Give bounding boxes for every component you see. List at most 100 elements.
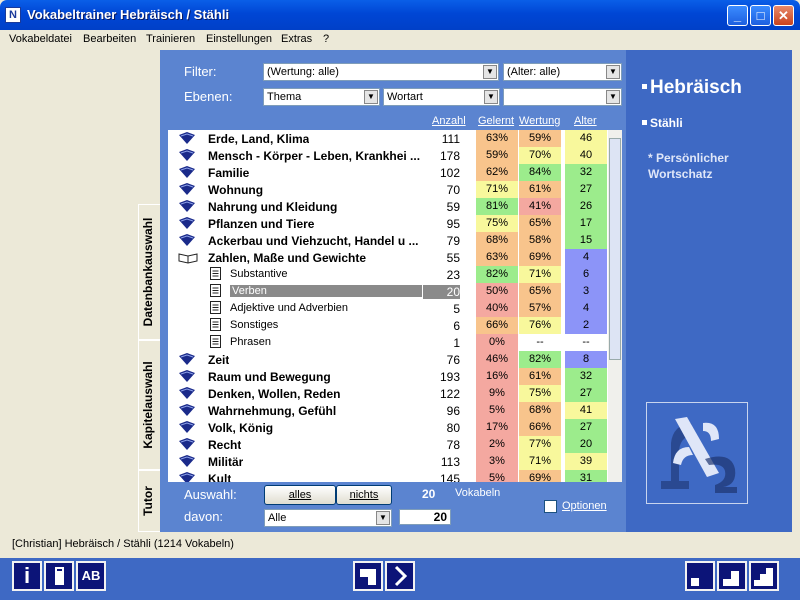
row-alter: 32 [565,368,607,385]
chapter-row[interactable]: Mensch - Körper - Leben, Krankhei ... 178… [168,147,608,164]
filter-alter-combo[interactable]: (Alter: alle) ▼ [503,63,622,81]
chapter-row[interactable]: Zeit 76 46% 82% 8 [168,351,608,368]
chevron-down-icon[interactable]: ▼ [364,90,378,104]
row-gelernt: 66% [476,317,518,334]
chapter-row[interactable]: Raum und Bewegung 193 16% 61% 32 [168,368,608,385]
app-icon[interactable]: N [5,7,21,23]
tab-datenbankauswahl[interactable]: Datenbankauswahl [138,204,160,340]
row-name: Wahrnehmung, Gefühl [208,404,337,418]
chapter-row[interactable]: Wahrnehmung, Gefühl 96 5% 68% 41 [168,402,608,419]
selected-count-label: Vokabeln [455,487,501,499]
row-alter: 39 [565,453,607,470]
subchapter-row[interactable]: Phrasen 1 0% -- -- [168,334,608,351]
row-gelernt: 3% [476,453,518,470]
row-anzahl: 1 [453,336,460,350]
scroll-thumb[interactable] [609,138,621,360]
chapter-row[interactable]: Familie 102 62% 84% 32 [168,164,608,181]
subchapter-row[interactable]: Verben 20 50% 65% 3 [168,283,608,300]
row-gelernt: 71% [476,181,518,198]
chapter-row[interactable]: Volk, König 80 17% 66% 27 [168,419,608,436]
chevron-down-icon[interactable]: ▼ [483,65,497,79]
course-note: * Persönlicher Wortschatz [648,151,729,181]
chapter-row[interactable]: Militär 113 3% 71% 39 [168,453,608,470]
optionen-checkbox[interactable] [544,500,557,513]
ebene-2-combo[interactable]: Wortart ▼ [383,88,500,106]
row-gelernt: 46% [476,351,518,368]
row-wertung: 58% [519,232,561,249]
menu-bearbeiten[interactable]: Bearbeiten [83,33,136,45]
level-2-button[interactable] [717,561,747,591]
row-name: Denken, Wollen, Reden [208,387,341,401]
row-name: Verben [230,285,422,297]
card-icon [55,567,64,585]
row-alter: 27 [565,181,607,198]
chapter-row[interactable]: Kult 145 5% 69% 31 [168,470,608,482]
row-name: Nahrung und Kleidung [208,200,338,214]
ebene-1-combo[interactable]: Thema ▼ [263,88,380,106]
menu-vokabeldatei[interactable]: Vokabeldatei [9,33,72,45]
next-button[interactable] [385,561,415,591]
column-anzahl[interactable]: Anzahl [432,115,466,127]
row-wertung: 65% [519,215,561,232]
row-name: Adjektive und Adverbien [230,302,349,314]
subchapter-row[interactable]: Adjektive und Adverbien 5 40% 57% 4 [168,300,608,317]
chapter-row[interactable]: Wohnung 70 71% 61% 27 [168,181,608,198]
row-wertung: 71% [519,453,561,470]
row-gelernt: 68% [476,232,518,249]
chapter-row[interactable]: Ackerbau und Viehzucht, Handel u ... 79 68… [168,232,608,249]
tab-tutor[interactable]: Tutor [138,470,160,532]
select-none-button[interactable]: nichts [336,485,392,505]
davon-count-field[interactable]: 20 [399,509,451,525]
chevron-down-icon[interactable]: ▼ [606,65,620,79]
list-header: Anzahl Gelernt Wertung Alter [168,112,622,130]
chapter-row[interactable]: Nahrung und Kleidung 59 81% 41% 26 [168,198,608,215]
close-button[interactable]: ✕ [773,5,794,26]
level-button[interactable] [353,561,383,591]
tab-kapitelauswahl[interactable]: Kapitelauswahl [138,340,160,470]
chapter-row[interactable]: Recht 78 2% 77% 20 [168,436,608,453]
davon-combo[interactable]: Alle ▼ [264,509,392,527]
column-wertung[interactable]: Wertung [519,115,560,127]
chapter-row[interactable]: Zahlen, Maße und Gewichte 55 63% 69% 4 [168,249,608,266]
menu-help[interactable]: ? [323,33,329,45]
row-wertung: 57% [519,300,561,317]
row-gelernt: 9% [476,385,518,402]
ebene-3-combo[interactable]: ▼ [503,88,622,106]
maximize-button[interactable]: □ [750,5,771,26]
menu-extras[interactable]: Extras [281,33,312,45]
select-all-button[interactable]: alles [264,485,336,505]
davon-label: davon: [184,509,224,524]
ab-button[interactable]: AB [76,561,106,591]
row-wertung: 41% [519,198,561,215]
level-1-button[interactable] [685,561,715,591]
menu-trainieren[interactable]: Trainieren [146,33,195,45]
optionen-label[interactable]: Optionen [562,500,607,512]
row-alter: 27 [565,385,607,402]
chevron-down-icon[interactable]: ▼ [376,511,390,525]
row-wertung: 69% [519,249,561,266]
chapter-row[interactable]: Denken, Wollen, Reden 122 9% 75% 27 [168,385,608,402]
column-alter[interactable]: Alter [574,115,597,127]
row-wertung: 61% [519,181,561,198]
menu-einstellungen[interactable]: Einstellungen [206,33,272,45]
row-alter: 2 [565,317,607,334]
filter-wertung-combo[interactable]: (Wertung: alle) ▼ [263,63,499,81]
davon-combo-value: Alle [268,512,287,524]
row-anzahl: 70 [446,183,460,197]
chapter-row[interactable]: Pflanzen und Tiere 95 75% 65% 17 [168,215,608,232]
info-button[interactable]: i [12,561,42,591]
chapter-row[interactable]: Erde, Land, Klima 111 63% 59% 46 [168,130,608,147]
minimize-button[interactable]: _ [727,5,748,26]
row-anzahl: 6 [453,319,460,333]
chapter-list[interactable]: Erde, Land, Klima 111 63% 59% 46 Mensch - Kör… [168,130,622,482]
chevron-down-icon[interactable]: ▼ [484,90,498,104]
vertical-scrollbar[interactable] [608,130,622,482]
subchapter-row[interactable]: Sonstiges 6 66% 76% 2 [168,317,608,334]
level-3-button[interactable] [749,561,779,591]
card-button[interactable] [44,561,74,591]
chevron-down-icon[interactable]: ▼ [606,90,620,104]
status-bar: [Christian] Hebräisch / Stähli (1214 Vok… [12,538,234,550]
subchapter-row[interactable]: Substantive 23 82% 71% 6 [168,266,608,283]
title-bar[interactable]: N Vokabeltrainer Hebräisch / Stähli _ □ … [0,0,800,30]
column-gelernt[interactable]: Gelernt [478,115,514,127]
